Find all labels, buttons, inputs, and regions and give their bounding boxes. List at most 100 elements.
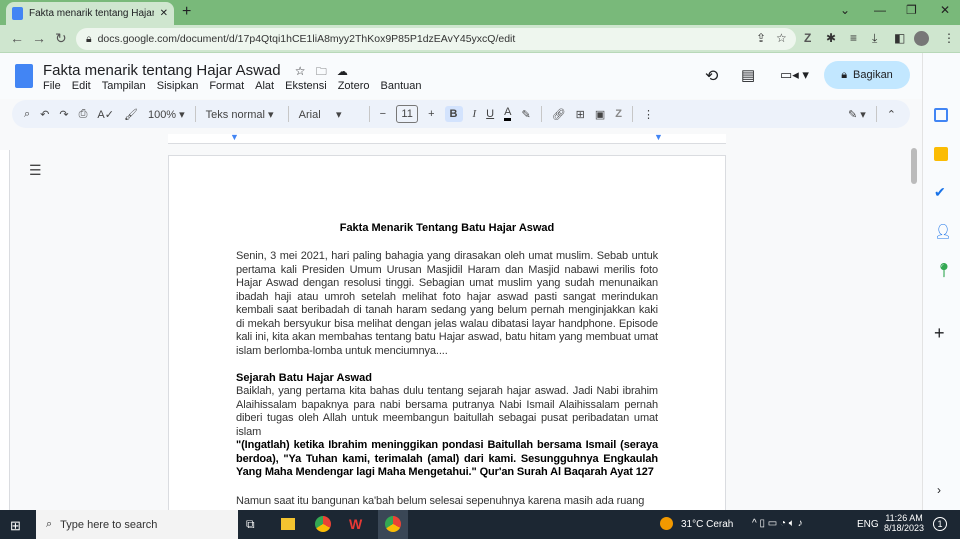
hide-menus-icon[interactable]: ⌃	[887, 108, 896, 121]
maps-icon[interactable]: 📍︎	[935, 262, 953, 279]
undo-icon[interactable]: ↶	[40, 108, 49, 121]
editing-mode-icon[interactable]: ✎ ▾	[848, 108, 866, 121]
windows-start-icon[interactable]: ⊞	[10, 518, 21, 534]
italic-button[interactable]: I	[473, 108, 477, 120]
vertical-ruler[interactable]	[0, 150, 10, 510]
left-indent-marker[interactable]: ▼	[230, 132, 239, 142]
browser-tab-bar: Fakta menarik tentang Hajar Asw ✕ + ⌄ — …	[0, 0, 960, 25]
zoom-select[interactable]: 100% ▾	[148, 108, 185, 121]
underline-button[interactable]: U	[486, 108, 494, 120]
menu-file[interactable]: File	[43, 80, 61, 92]
menu-edit[interactable]: Edit	[72, 80, 91, 92]
forward-icon[interactable]: →	[32, 30, 46, 46]
task-view-icon[interactable]: ⧉	[246, 517, 255, 532]
cloud-saved-icon[interactable]: ☁	[337, 66, 348, 78]
contacts-icon[interactable]: 👤︎	[934, 223, 952, 240]
highlight-icon[interactable]: ✎	[521, 108, 530, 121]
close-tab-icon[interactable]: ✕	[160, 8, 168, 19]
expand-panel-icon[interactable]: ›	[937, 483, 941, 497]
notification-count[interactable]: 1	[933, 517, 947, 531]
restore-button[interactable]: ❐	[906, 3, 917, 17]
bold-button[interactable]: B	[444, 106, 463, 122]
zotero-extension-icon[interactable]: Z	[804, 31, 811, 45]
menu-format[interactable]: Format	[209, 80, 244, 92]
paint-format-icon[interactable]: 🖌︎	[124, 108, 138, 121]
windows-taskbar: ⊞ ⌕ Type here to search ⧉ W 31°C Cerah ^…	[0, 510, 960, 539]
document-outline-icon[interactable]: ☰	[29, 162, 42, 179]
menu-bar: File Edit Tampilan Sisipkan Format Alat …	[43, 80, 421, 92]
font-select[interactable]: Arial ▾	[299, 108, 359, 121]
taskbar-search[interactable]: ⌕ Type here to search	[36, 510, 238, 539]
style-value: Teks normal	[205, 108, 265, 121]
browser-menu-icon[interactable]: ⋮	[943, 31, 955, 45]
reload-icon[interactable]: ↻	[55, 30, 67, 47]
divider	[194, 106, 196, 122]
profile-avatar[interactable]	[914, 31, 929, 46]
more-options-icon[interactable]: ⋮	[643, 108, 654, 121]
weather-icon[interactable]	[660, 517, 673, 530]
horizontal-ruler[interactable]	[168, 134, 726, 144]
increase-font-size-button[interactable]: +	[428, 108, 434, 120]
menu-extensions[interactable]: Ekstensi	[285, 80, 327, 92]
share-page-icon[interactable]: ⇪	[756, 31, 766, 45]
extensions-icon[interactable]: ✱	[826, 31, 836, 45]
reading-list-icon[interactable]: ≡	[850, 31, 857, 45]
keep-icon[interactable]	[934, 147, 948, 161]
spellcheck-icon[interactable]: A✓	[97, 108, 114, 121]
right-indent-marker[interactable]: ▼	[654, 132, 663, 142]
tab-title: Fakta menarik tentang Hajar Asw	[29, 8, 154, 19]
version-history-icon[interactable]: ⟲	[705, 66, 718, 86]
add-comment-icon[interactable]: ⊞	[576, 108, 585, 121]
menu-insert[interactable]: Sisipkan	[157, 80, 199, 92]
meet-icon[interactable]: ▭◂ ▾	[780, 67, 809, 83]
print-icon[interactable]: ⎙	[79, 108, 88, 121]
chrome-active-taskbar-button[interactable]	[378, 510, 408, 539]
share-button[interactable]: 🔒︎ Bagikan	[824, 61, 910, 89]
browser-tab[interactable]: Fakta menarik tentang Hajar Asw ✕	[6, 2, 174, 25]
tray-icons[interactable]: ^ ▯ ▭ ◔ 🔈︎ ♪	[752, 518, 803, 529]
font-size-input[interactable]: 11	[396, 105, 419, 123]
search-menus-icon[interactable]: ⌕	[24, 108, 30, 121]
address-bar[interactable]: 🔒︎ docs.google.com/document/d/17p4Qtqi1h…	[76, 28, 796, 50]
menu-tools[interactable]: Alat	[255, 80, 274, 92]
scrollbar-thumb[interactable]	[911, 148, 917, 184]
download-icon[interactable]: ⤓	[872, 31, 877, 46]
star-icon[interactable]: ☆	[295, 64, 306, 78]
tasks-icon[interactable]: ✔	[934, 184, 946, 201]
document-title-text: Fakta menarik tentang Hajar Aswad	[43, 62, 281, 79]
close-window-button[interactable]: ✕	[940, 3, 950, 17]
docs-logo-icon[interactable]	[15, 64, 33, 88]
insert-image-icon[interactable]: ▣	[595, 108, 605, 121]
weather-text[interactable]: 31°C Cerah	[681, 519, 733, 530]
back-icon[interactable]: ←	[10, 30, 24, 46]
link-icon[interactable]: 🔗︎	[552, 108, 566, 121]
wps-office-icon[interactable]: W	[349, 516, 362, 532]
divider	[287, 106, 289, 122]
move-folder-icon[interactable]: 🗀	[316, 66, 327, 78]
minimize-button[interactable]: —	[874, 3, 886, 17]
language-indicator[interactable]: ENG	[857, 519, 879, 530]
calendar-icon[interactable]	[934, 108, 948, 122]
side-panel-icon[interactable]: ◧	[894, 31, 905, 45]
file-explorer-icon[interactable]	[281, 518, 295, 530]
comments-icon[interactable]: ▤	[741, 66, 755, 84]
address-row: ← → ↻ 🔒︎ docs.google.com/document/d/17p4…	[0, 25, 960, 53]
bookmark-star-icon[interactable]: ☆	[776, 31, 787, 45]
document-title[interactable]: Fakta menarik tentang Hajar Aswad ☆ 🗀 ☁	[43, 62, 348, 82]
menu-zotero[interactable]: Zotero	[338, 80, 370, 92]
menu-view[interactable]: Tampilan	[102, 80, 146, 92]
style-select[interactable]: Teks normal ▾	[206, 108, 278, 121]
tab-search-icon[interactable]: ⌄	[840, 3, 850, 17]
chrome-icon	[385, 516, 401, 532]
decrease-font-size-button[interactable]: −	[380, 108, 386, 120]
chrome-icon[interactable]	[315, 516, 331, 532]
text-color-button[interactable]: A	[504, 107, 512, 121]
new-tab-button[interactable]: +	[182, 3, 191, 21]
redo-icon[interactable]: ↷	[59, 108, 68, 121]
clock[interactable]: 11:26 AM 8/18/2023	[884, 513, 924, 533]
font-value: Arial	[298, 108, 321, 121]
zotero-icon[interactable]: Z	[615, 108, 622, 120]
get-addons-icon[interactable]: +	[934, 323, 945, 344]
divider	[875, 106, 877, 122]
menu-help[interactable]: Bantuan	[381, 80, 422, 92]
